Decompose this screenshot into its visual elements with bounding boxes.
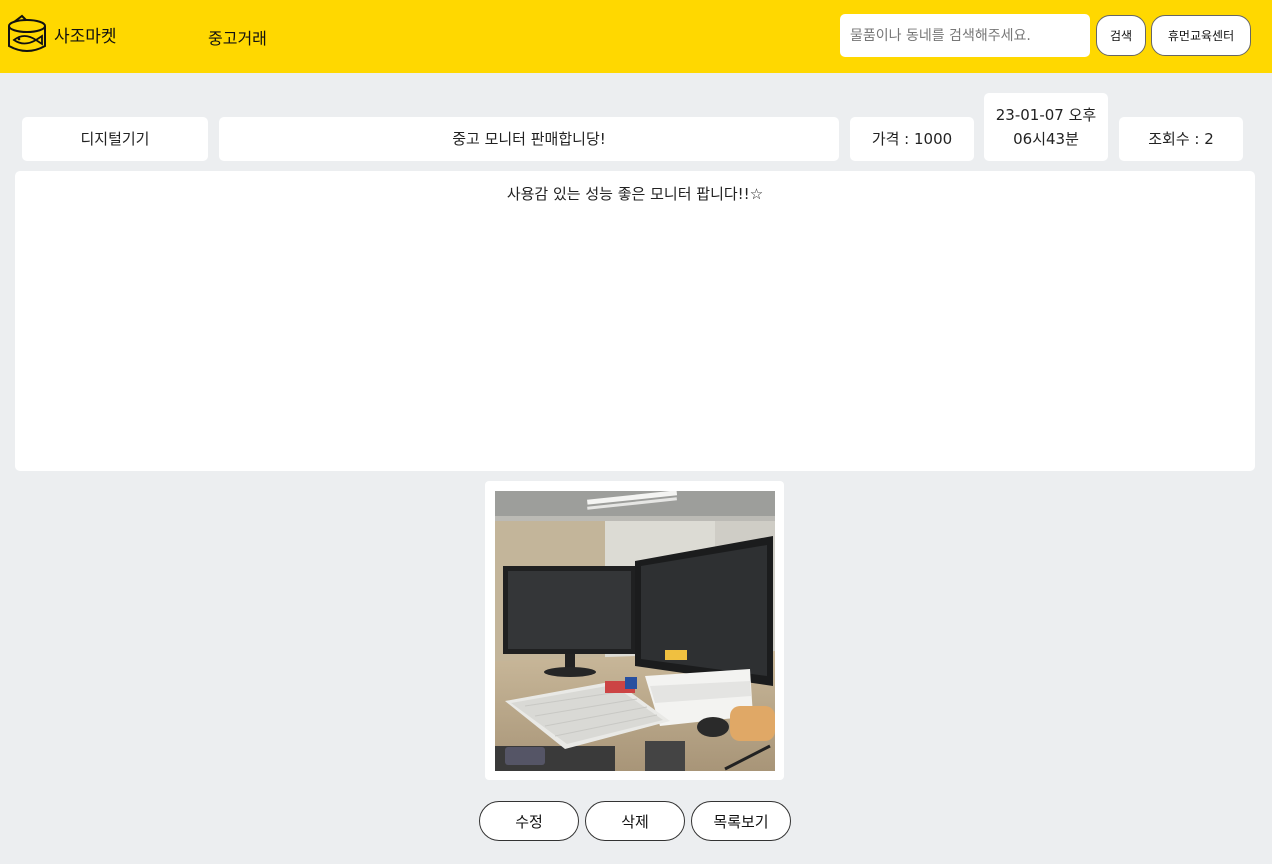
post-date: 23-01-07 오후 06시43분 (984, 93, 1108, 161)
delete-button[interactable]: 삭제 (585, 801, 685, 841)
edit-button[interactable]: 수정 (479, 801, 579, 841)
post-content-box: 사용감 있는 성능 좋은 모니터 팝니다!!☆ (15, 171, 1255, 471)
post-title: 중고 모니터 판매합니당! (219, 117, 839, 161)
education-center-button[interactable]: 휴먼교육센터 (1151, 15, 1251, 56)
post-price: 가격 : 1000 (850, 117, 974, 161)
post-category: 디지털기기 (22, 117, 208, 161)
nav-used-trade[interactable]: 중고거래 (208, 25, 267, 49)
brand-name[interactable]: 사조마켓 (54, 22, 117, 47)
search-button[interactable]: 검색 (1096, 15, 1146, 56)
tuna-can-logo-icon[interactable] (6, 14, 48, 56)
post-date-line2: 06시43분 (1013, 130, 1079, 148)
post-views: 조회수 : 2 (1119, 117, 1243, 161)
post-date-line1: 23-01-07 오후 (995, 106, 1097, 124)
top-header: 사조마켓 중고거래 검색 휴먼교육센터 (0, 0, 1272, 73)
post-photo-frame (485, 481, 784, 780)
post-content: 사용감 있는 성능 좋은 모니터 팝니다!!☆ (506, 185, 764, 203)
search-input[interactable] (840, 14, 1090, 57)
monitor-photo (495, 491, 775, 771)
list-button[interactable]: 목록보기 (691, 801, 791, 841)
